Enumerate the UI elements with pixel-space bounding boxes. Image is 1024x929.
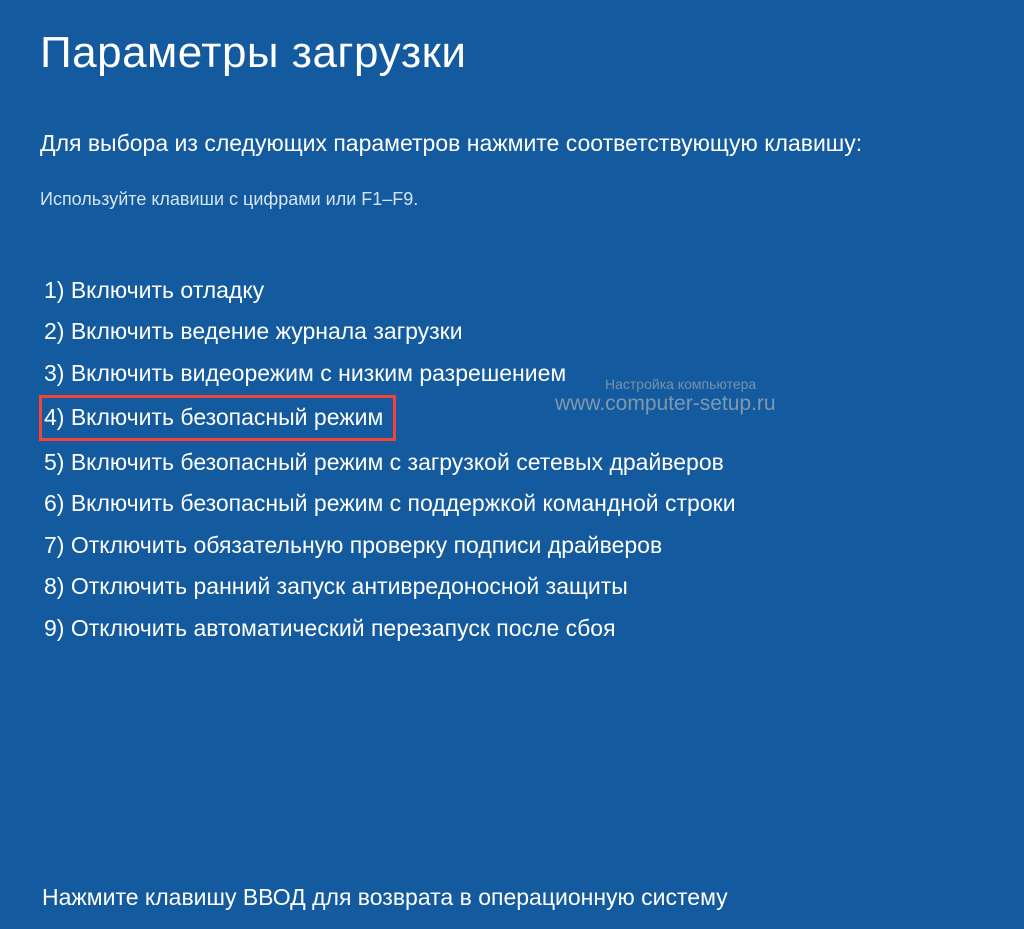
page-title: Параметры загрузки	[40, 28, 984, 78]
startup-option-3[interactable]: 3) Включить видеорежим с низким разрешен…	[40, 353, 984, 395]
instruction-text: Для выбора из следующих параметров нажми…	[40, 126, 984, 161]
footer-instruction: Нажмите клавишу ВВОД для возврата в опер…	[42, 884, 728, 911]
startup-option-2[interactable]: 2) Включить ведение журнала загрузки	[40, 311, 984, 353]
startup-options-list: 1) Включить отладку2) Включить ведение ж…	[40, 270, 984, 650]
hint-text: Используйте клавиши с цифрами или F1–F9.	[40, 189, 984, 210]
startup-option-1[interactable]: 1) Включить отладку	[40, 270, 984, 312]
startup-option-8[interactable]: 8) Отключить ранний запуск антивредоносн…	[40, 566, 984, 608]
startup-option-9[interactable]: 9) Отключить автоматический перезапуск п…	[40, 608, 984, 650]
highlighted-option: 4) Включить безопасный режим	[39, 395, 396, 441]
startup-option-7[interactable]: 7) Отключить обязательную проверку подпи…	[40, 525, 984, 567]
startup-option-6[interactable]: 6) Включить безопасный режим с поддержко…	[40, 483, 984, 525]
startup-option-4[interactable]: 4) Включить безопасный режим	[40, 394, 984, 442]
startup-option-5[interactable]: 5) Включить безопасный режим с загрузкой…	[40, 442, 984, 484]
